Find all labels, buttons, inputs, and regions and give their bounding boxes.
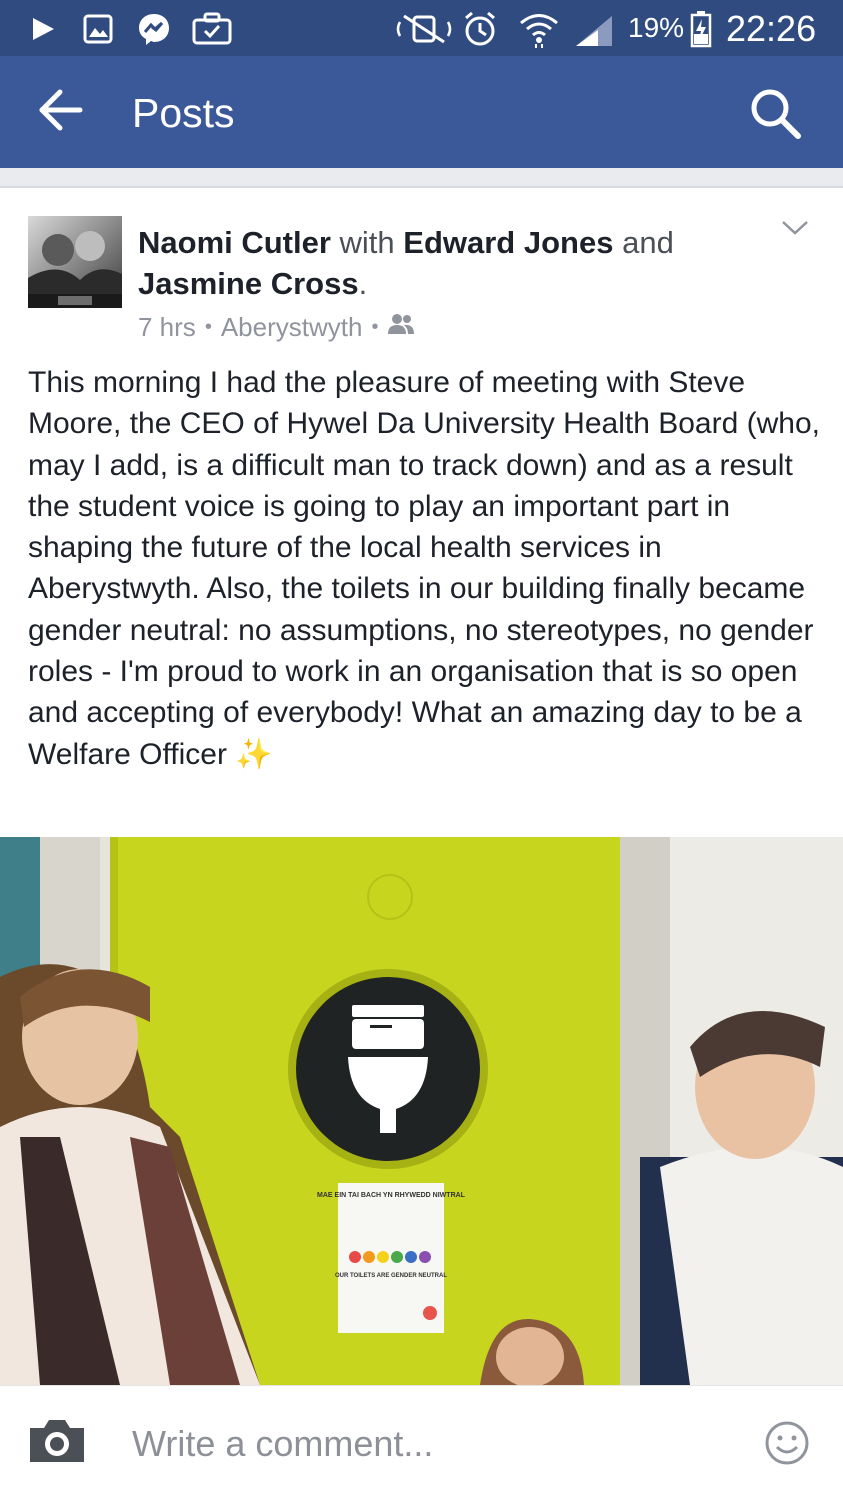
post-timestamp[interactable]: 7 hrs bbox=[138, 312, 196, 343]
image-icon bbox=[82, 13, 114, 50]
app-bar: Posts bbox=[0, 56, 843, 168]
tagged-user-2[interactable]: Jasmine Cross bbox=[138, 266, 359, 301]
emoji-button[interactable] bbox=[764, 1420, 810, 1466]
camera-button[interactable] bbox=[26, 1416, 88, 1466]
sparkles-emoji: ✨ bbox=[235, 737, 273, 771]
sign-title-welsh: MAE EIN TAI BACH YN RHYWEDD NIWTRAL bbox=[317, 1192, 466, 1199]
post-options-button[interactable] bbox=[780, 218, 812, 242]
battery-charging-icon bbox=[690, 10, 712, 53]
battery-percent: 19% bbox=[628, 12, 685, 43]
avatar[interactable] bbox=[28, 216, 122, 308]
arrow-left-icon bbox=[36, 89, 84, 136]
post-body: This morning I had the pleasure of meeti… bbox=[28, 362, 828, 775]
feed-separator bbox=[0, 168, 843, 188]
meta-separator: • bbox=[371, 316, 379, 338]
post-photo[interactable]: MAE EIN TAI BACH YN RHYWEDD NIWTRAL OUR … bbox=[0, 837, 843, 1385]
comment-bar bbox=[0, 1385, 843, 1498]
post-body-text: This morning I had the pleasure of meeti… bbox=[28, 366, 820, 771]
alarm-icon bbox=[462, 11, 498, 52]
sign-title-english: OUR TOILETS ARE GENDER NEUTRAL bbox=[335, 1273, 447, 1279]
with-text: with bbox=[330, 225, 404, 260]
post-author-line: Naomi Cutler with Edward Jones and Jasmi… bbox=[138, 222, 758, 304]
author-name[interactable]: Naomi Cutler bbox=[138, 225, 331, 260]
friends-icon bbox=[387, 312, 415, 343]
signal-icon bbox=[574, 14, 614, 53]
smiley-icon bbox=[764, 1421, 810, 1470]
status-bar: 19% 22:26 bbox=[0, 0, 843, 56]
meta-separator: • bbox=[204, 316, 212, 338]
period: . bbox=[358, 266, 368, 301]
back-button[interactable] bbox=[36, 88, 92, 136]
and-text: and bbox=[613, 225, 674, 260]
chevron-down-icon bbox=[780, 221, 810, 242]
messenger-icon bbox=[136, 11, 172, 52]
comment-input[interactable] bbox=[132, 1420, 732, 1468]
page-title: Posts bbox=[132, 90, 235, 136]
play-icon bbox=[30, 16, 56, 47]
clock: 22:26 bbox=[726, 8, 817, 49]
search-icon bbox=[748, 89, 802, 144]
nfc-icon bbox=[396, 14, 452, 49]
camera-icon bbox=[26, 1420, 88, 1470]
post-location[interactable]: Aberystwyth bbox=[221, 312, 363, 343]
wifi-icon bbox=[518, 10, 560, 53]
briefcase-icon bbox=[192, 11, 232, 50]
post-meta: 7 hrs • Aberystwyth • bbox=[138, 312, 415, 343]
search-button[interactable] bbox=[748, 86, 804, 142]
tagged-user-1[interactable]: Edward Jones bbox=[403, 225, 613, 260]
